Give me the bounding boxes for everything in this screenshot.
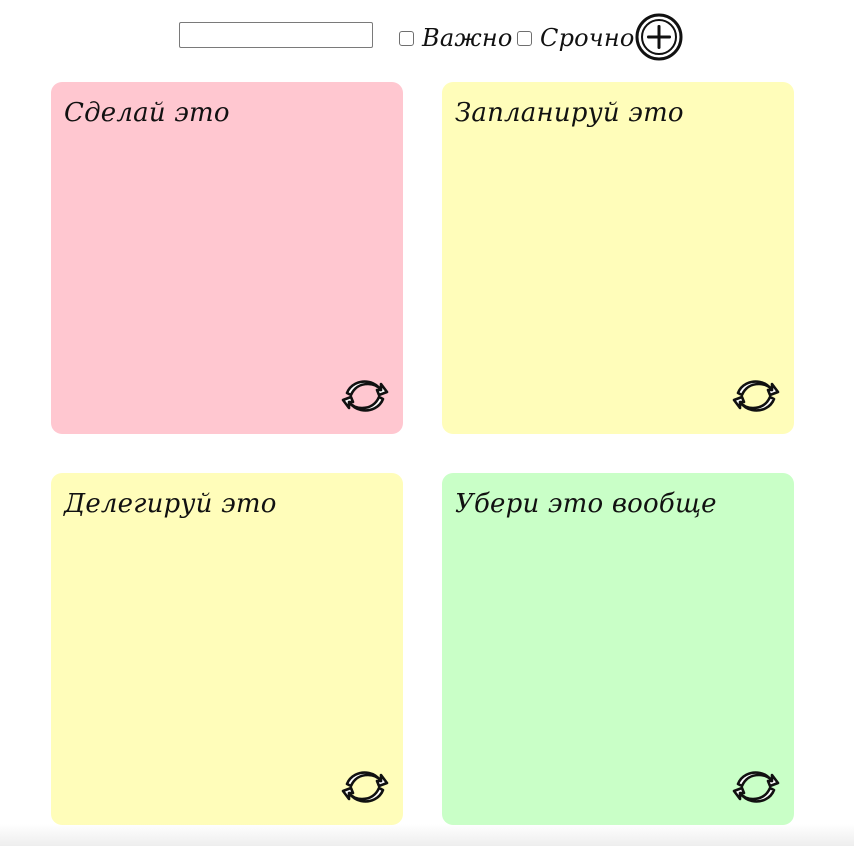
quadrant-title-plan: Запланируй это (455, 98, 684, 128)
refresh-icon (341, 771, 389, 803)
refresh-icon (732, 771, 780, 803)
refresh-button-do[interactable] (341, 374, 389, 418)
plus-circle-icon (635, 13, 683, 61)
quadrant-delegate: Делегируй это (51, 473, 403, 825)
refresh-icon (341, 380, 389, 412)
quadrant-title-eliminate: Убери это вообще (455, 489, 717, 519)
urgent-checkbox[interactable] (517, 30, 532, 46)
urgent-label: Срочно (540, 24, 635, 52)
quadrant-do: Сделай это (51, 82, 403, 434)
quadrant-title-do: Сделай это (64, 98, 230, 128)
refresh-button-eliminate[interactable] (732, 765, 780, 809)
quadrant-eliminate: Убери это вообще (442, 473, 794, 825)
refresh-button-plan[interactable] (732, 374, 780, 418)
quadrant-plan: Запланируй это (442, 82, 794, 434)
task-input[interactable] (179, 22, 373, 48)
important-checkbox-group[interactable]: Важно (399, 24, 513, 52)
refresh-button-delegate[interactable] (341, 765, 389, 809)
urgent-checkbox-group[interactable]: Срочно (517, 24, 635, 52)
add-task-button[interactable] (634, 12, 684, 62)
quadrant-title-delegate: Делегируй это (64, 489, 277, 519)
bottom-fade (0, 824, 854, 846)
important-label: Важно (422, 24, 513, 52)
refresh-icon (732, 380, 780, 412)
top-toolbar: Важно Срочно (0, 0, 854, 78)
important-checkbox[interactable] (399, 30, 414, 46)
